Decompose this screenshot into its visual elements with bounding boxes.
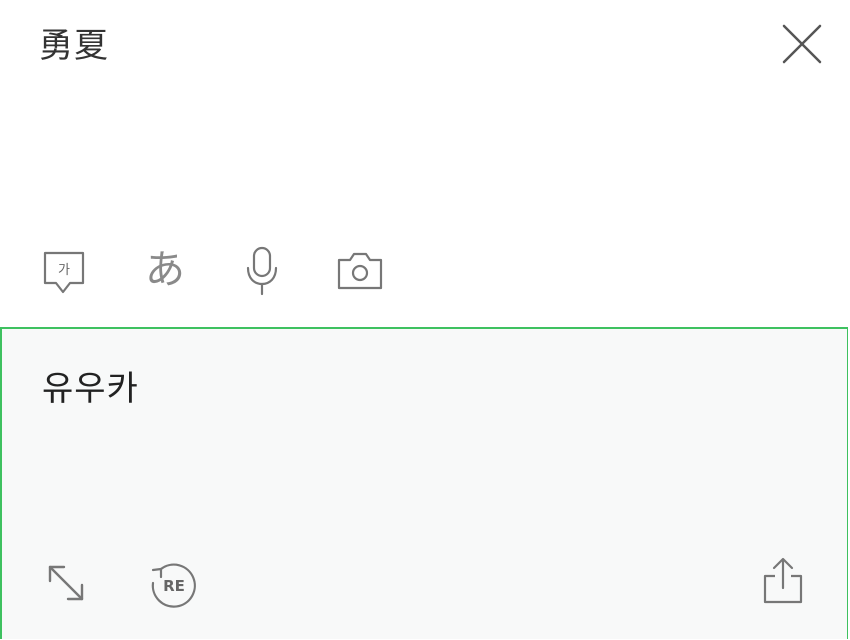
share-button[interactable]	[759, 555, 807, 607]
expand-button[interactable]	[42, 559, 90, 607]
translation-result-pane: 유우카 RE	[0, 327, 848, 639]
microphone-icon	[246, 246, 278, 296]
camera-input-button[interactable]	[334, 240, 386, 300]
source-text[interactable]: 勇夏	[39, 24, 109, 68]
handwriting-glyph: 가	[58, 263, 70, 278]
japanese-input-icon: あ	[145, 247, 185, 293]
expand-icon	[48, 565, 84, 601]
source-input-pane[interactable]: 勇夏 가 あ	[0, 0, 850, 328]
retranslate-icon: RE	[151, 563, 196, 608]
camera-icon	[337, 252, 383, 290]
close-button[interactable]	[780, 22, 824, 66]
handwriting-icon: 가	[43, 251, 85, 294]
retranslate-button[interactable]: RE	[147, 559, 199, 611]
input-toolbar: 가 あ	[0, 240, 850, 304]
japanese-input-button[interactable]: あ	[140, 240, 190, 300]
retranslate-label: RE	[163, 577, 185, 595]
translator-screen: 勇夏 가 あ 유우카 RE	[0, 0, 850, 640]
handwriting-button[interactable]: 가	[40, 240, 88, 300]
voice-input-button[interactable]	[240, 240, 284, 300]
close-icon	[782, 24, 822, 64]
share-icon	[763, 557, 803, 604]
result-text[interactable]: 유우카	[42, 367, 139, 411]
